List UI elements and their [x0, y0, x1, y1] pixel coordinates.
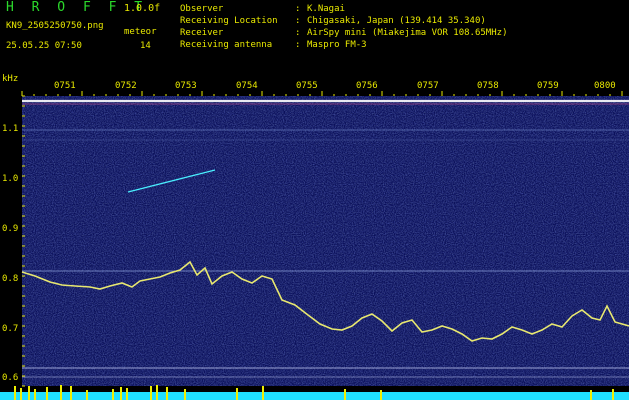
level-peak	[262, 386, 264, 400]
level-peak	[14, 386, 16, 400]
noise-texture	[22, 96, 629, 386]
level-peak	[184, 389, 186, 400]
x-tick-label: 0759	[537, 81, 559, 91]
spectrogram	[0, 91, 629, 400]
level-peak	[236, 388, 238, 400]
x-tick-label: 0757	[417, 81, 439, 91]
y-tick-label: 0.9	[2, 224, 19, 234]
level-peak	[590, 390, 592, 400]
level-peak	[344, 389, 346, 400]
x-tick-label: 0751	[54, 81, 76, 91]
level-peak	[34, 389, 36, 400]
y-tick-label: 1.1	[2, 124, 19, 134]
x-tick-label: 0756	[356, 81, 378, 91]
level-peak	[28, 386, 30, 400]
level-peak	[150, 386, 152, 400]
x-tick-label: 0754	[236, 81, 258, 91]
level-peak	[166, 387, 168, 400]
level-peak	[112, 389, 114, 400]
y-tick-label: 0.6	[2, 373, 19, 383]
x-tick-label: 0800	[594, 81, 616, 91]
level-base	[0, 392, 629, 400]
y-tick-label: 0.8	[2, 274, 19, 284]
freq-unit-label: kHz	[2, 74, 19, 84]
x-tick-label: 0758	[477, 81, 499, 91]
y-tick-label: 0.7	[2, 324, 19, 334]
level-peak	[86, 390, 88, 400]
level-peak	[46, 387, 48, 400]
level-peak	[20, 388, 22, 400]
x-tick-label: 0753	[175, 81, 197, 91]
level-peak	[612, 389, 614, 400]
level-peak	[70, 386, 72, 400]
level-peak	[380, 390, 382, 400]
level-peak	[60, 385, 62, 400]
x-ticks	[21, 91, 623, 96]
y-tick-label: 1.0	[2, 174, 19, 184]
level-peak	[126, 388, 128, 400]
x-tick-label: 0755	[296, 81, 318, 91]
level-peak	[120, 387, 122, 400]
level-peak	[156, 385, 158, 400]
signal-level-bar	[0, 385, 629, 400]
x-tick-label: 0752	[115, 81, 137, 91]
